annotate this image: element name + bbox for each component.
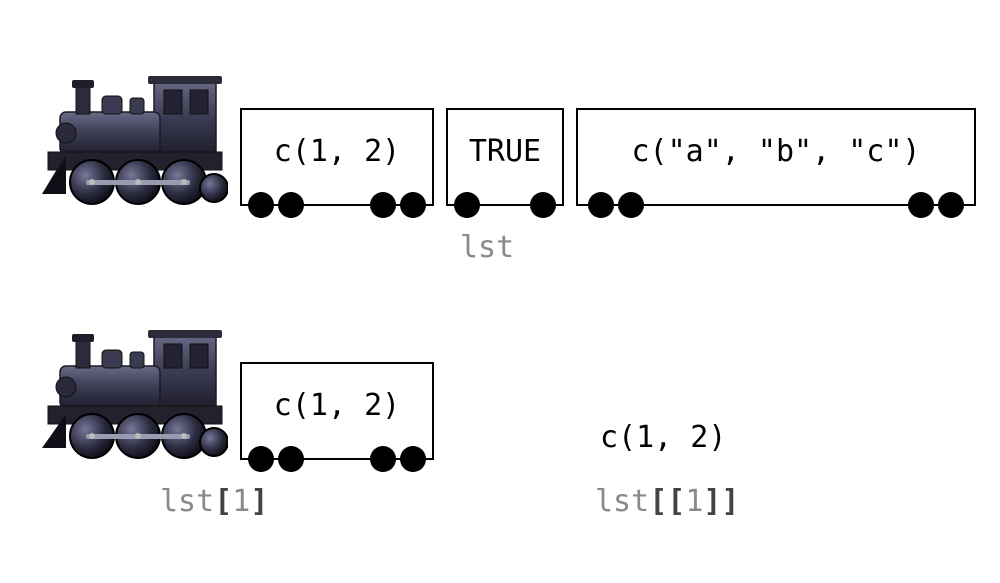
car-wheels xyxy=(242,192,432,218)
locomotive-icon xyxy=(42,66,228,206)
car-text: c(1, 2) xyxy=(274,388,400,423)
double-bracket-open: [[ xyxy=(649,484,685,519)
bracket-close: ] xyxy=(250,484,268,519)
train-full: c(1, 2) TRUE c("a", "b", "c") xyxy=(42,66,976,206)
list-car-3: c("a", "b", "c") xyxy=(576,108,976,206)
label-text: lst xyxy=(595,484,649,519)
bracket-open: [ xyxy=(214,484,232,519)
label-lst-bracket-1: lst[1] xyxy=(160,484,268,519)
locomotive-icon xyxy=(42,320,228,460)
extracted-value: c(1, 2) xyxy=(600,420,726,455)
car-text: c("a", "b", "c") xyxy=(632,134,921,169)
label-index: 1 xyxy=(232,484,250,519)
label-lst-double-bracket-1: lst[[1]] xyxy=(595,484,740,519)
car-text: TRUE xyxy=(469,134,541,169)
list-car-1: c(1, 2) xyxy=(240,108,434,206)
value-text: c(1, 2) xyxy=(600,420,726,455)
train-subset: c(1, 2) xyxy=(42,320,434,460)
car-wheels xyxy=(578,192,974,218)
label-index: 1 xyxy=(685,484,703,519)
list-car-1: c(1, 2) xyxy=(240,362,434,460)
label-text: lst xyxy=(460,230,514,265)
car-wheels xyxy=(448,192,562,218)
label-text: lst xyxy=(160,484,214,519)
double-bracket-close: ]] xyxy=(703,484,739,519)
list-car-2: TRUE xyxy=(446,108,564,206)
label-lst: lst xyxy=(460,230,514,265)
car-text: c(1, 2) xyxy=(274,134,400,169)
car-wheels xyxy=(242,446,432,472)
